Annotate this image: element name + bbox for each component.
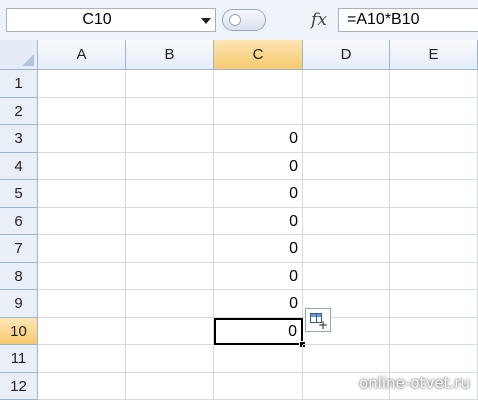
cell-c2[interactable]: [214, 97, 303, 125]
cell-a10[interactable]: [38, 317, 126, 345]
spreadsheet-grid: A B C D E 1 2 3 0 4 0 5 0 6 0 7 0 8 0 9 0 10 0 11 12: [0, 40, 478, 400]
cell-c4[interactable]: 0: [214, 152, 303, 180]
insert-function-button[interactable]: fx: [304, 6, 334, 34]
column-header-a[interactable]: A: [38, 40, 126, 70]
cell-d5[interactable]: [303, 180, 390, 208]
formula-bar: C10 fx =A10*B10: [0, 0, 478, 41]
row-header-5[interactable]: 5: [0, 180, 38, 208]
row-header-6[interactable]: 6: [0, 207, 38, 235]
cell-a7[interactable]: [38, 235, 126, 263]
cell-c10[interactable]: 0: [214, 317, 303, 345]
chevron-down-icon[interactable]: [201, 18, 211, 24]
select-all-button[interactable]: [0, 40, 38, 70]
cell-e10[interactable]: [390, 317, 478, 345]
formula-input[interactable]: =A10*B10: [338, 8, 478, 32]
cell-b2[interactable]: [126, 97, 214, 125]
cell-b5[interactable]: [126, 180, 214, 208]
cell-a11[interactable]: [38, 345, 126, 373]
cell-d6[interactable]: [303, 207, 390, 235]
cell-e8[interactable]: [390, 262, 478, 290]
name-box[interactable]: C10: [6, 8, 216, 32]
cell-e2[interactable]: [390, 97, 478, 125]
cell-d11[interactable]: [303, 345, 390, 373]
cell-d3[interactable]: [303, 125, 390, 153]
watermark: online-otvet.ru: [359, 374, 470, 392]
cell-e4[interactable]: [390, 152, 478, 180]
cell-c7[interactable]: 0: [214, 235, 303, 263]
cell-d2[interactable]: [303, 97, 390, 125]
cell-d4[interactable]: [303, 152, 390, 180]
select-all-icon: [22, 54, 34, 66]
row-header-4[interactable]: 4: [0, 152, 38, 180]
cell-c9[interactable]: 0: [214, 290, 303, 318]
cell-c5[interactable]: 0: [214, 180, 303, 208]
cell-a5[interactable]: [38, 180, 126, 208]
cell-e3[interactable]: [390, 125, 478, 153]
column-header-d[interactable]: D: [303, 40, 390, 70]
cell-e1[interactable]: [390, 70, 478, 98]
row-header-7[interactable]: 7: [0, 235, 38, 263]
cell-a2[interactable]: [38, 97, 126, 125]
column-header-b[interactable]: B: [126, 40, 214, 70]
row-header-9[interactable]: 9: [0, 290, 38, 318]
cell-d7[interactable]: [303, 235, 390, 263]
cell-a1[interactable]: [38, 70, 126, 98]
row-header-12[interactable]: 12: [0, 372, 38, 400]
cell-b12[interactable]: [126, 372, 214, 400]
cell-a4[interactable]: [38, 152, 126, 180]
cell-a3[interactable]: [38, 125, 126, 153]
name-box-value: C10: [82, 11, 112, 28]
cell-b6[interactable]: [126, 207, 214, 235]
cell-b8[interactable]: [126, 262, 214, 290]
cell-a12[interactable]: [38, 372, 126, 400]
column-header-c[interactable]: C: [214, 40, 303, 70]
cell-e11[interactable]: [390, 345, 478, 373]
cell-b3[interactable]: [126, 125, 214, 153]
cell-e9[interactable]: [390, 290, 478, 318]
cell-b7[interactable]: [126, 235, 214, 263]
cell-a6[interactable]: [38, 207, 126, 235]
cell-c1[interactable]: [214, 70, 303, 98]
row-header-8[interactable]: 8: [0, 262, 38, 290]
cell-b4[interactable]: [126, 152, 214, 180]
cell-c12[interactable]: [214, 372, 303, 400]
splitter-handle-icon: [229, 14, 241, 26]
cell-c11[interactable]: [214, 345, 303, 373]
cell-a8[interactable]: [38, 262, 126, 290]
row-header-11[interactable]: 11: [0, 345, 38, 373]
row-header-2[interactable]: 2: [0, 97, 38, 125]
cell-c8[interactable]: 0: [214, 262, 303, 290]
cell-e5[interactable]: [390, 180, 478, 208]
cell-e6[interactable]: [390, 207, 478, 235]
autofill-options-button[interactable]: +: [305, 308, 331, 332]
cell-b11[interactable]: [126, 345, 214, 373]
cell-b10[interactable]: [126, 317, 214, 345]
row-header-3[interactable]: 3: [0, 125, 38, 153]
cell-d1[interactable]: [303, 70, 390, 98]
cell-c6[interactable]: 0: [214, 207, 303, 235]
cell-b9[interactable]: [126, 290, 214, 318]
cell-e7[interactable]: [390, 235, 478, 263]
cell-c3[interactable]: 0: [214, 125, 303, 153]
row-header-1[interactable]: 1: [0, 70, 38, 98]
cell-a9[interactable]: [38, 290, 126, 318]
cell-b1[interactable]: [126, 70, 214, 98]
column-header-e[interactable]: E: [390, 40, 478, 70]
formula-bar-splitter[interactable]: [222, 9, 266, 31]
plus-icon: +: [317, 318, 328, 332]
cell-d8[interactable]: [303, 262, 390, 290]
row-header-10[interactable]: 10: [0, 317, 38, 345]
